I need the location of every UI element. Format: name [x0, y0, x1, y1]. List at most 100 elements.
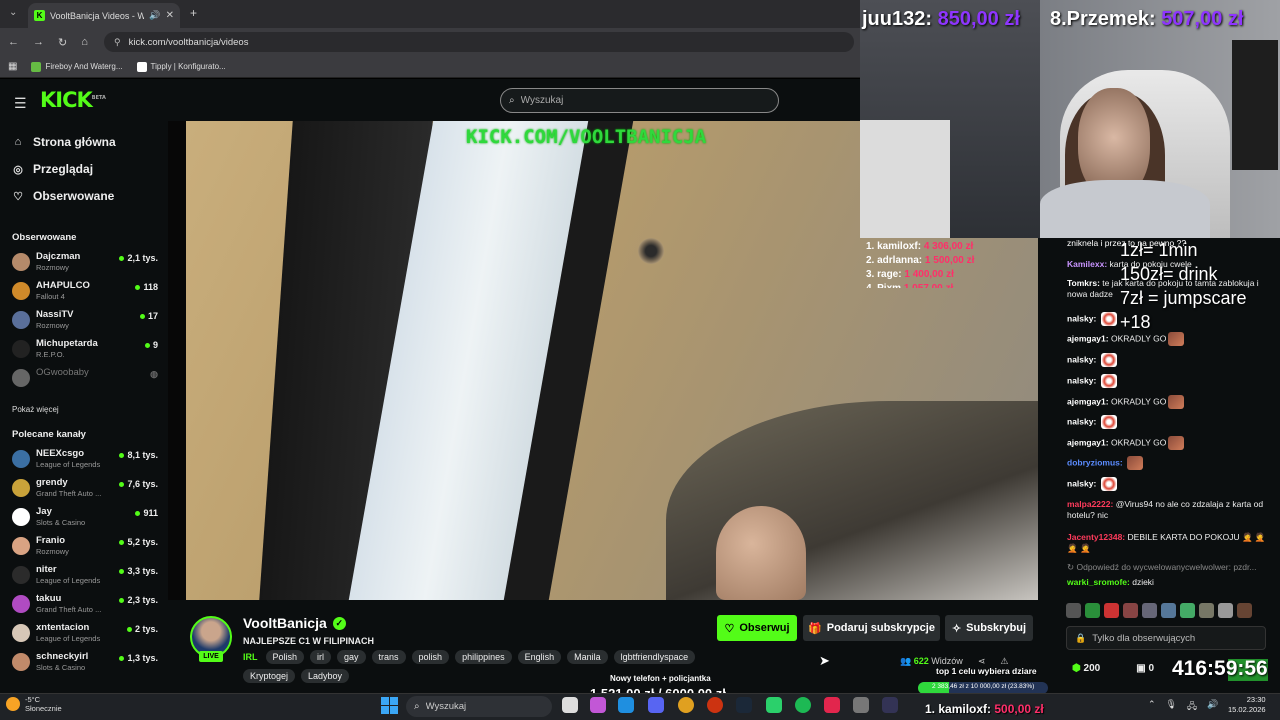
chat-username[interactable]: malpa2222: — [1067, 499, 1113, 509]
edge-icon[interactable] — [618, 697, 634, 713]
chat-username[interactable]: ajemgay1: — [1067, 333, 1109, 343]
stream-tag[interactable]: English — [517, 650, 562, 664]
opera-icon[interactable] — [707, 697, 723, 713]
stream-tag[interactable]: lgbtfriendlyspace — [613, 650, 696, 664]
task-view-icon[interactable] — [562, 697, 578, 713]
sidebar-channel-schneckyirl[interactable]: schneckyirl Slots & Casino 1,3 tys. — [12, 651, 162, 677]
chat-username[interactable]: ajemgay1: — [1067, 396, 1109, 406]
tab-audio-icon[interactable]: 🔊 — [149, 10, 160, 21]
chat-username[interactable]: nalsky: — [1067, 375, 1096, 385]
url-field[interactable]: ⚲ kick.com/vooltbanicja/videos — [104, 32, 854, 52]
stream-tag[interactable]: philippines — [455, 650, 512, 664]
stream-tag[interactable]: irl — [310, 650, 332, 664]
emote-icon[interactable] — [1161, 603, 1176, 618]
mic-icon[interactable]: 🎙 — [1166, 699, 1177, 715]
chat-username[interactable]: ajemgay1: — [1067, 437, 1109, 447]
search-input[interactable] — [520, 95, 761, 106]
new-tab-icon[interactable]: + — [190, 6, 197, 20]
sidebar-channel-michupetarda[interactable]: Michupetarda R.E.P.O. 9 — [12, 338, 162, 364]
follow-button[interactable]: ♡ Obserwuj — [717, 615, 797, 641]
settings-icon[interactable] — [853, 697, 869, 713]
emote-icon[interactable] — [1066, 603, 1081, 618]
channel-name[interactable]: VooltBanicja ✓ — [243, 615, 346, 631]
emote-icon[interactable] — [1085, 603, 1100, 618]
windows-start-icon[interactable] — [381, 697, 398, 714]
stream-category[interactable]: IRL — [243, 652, 258, 662]
taskbar-search-input[interactable] — [425, 701, 536, 712]
stream-tag[interactable]: Manila — [567, 650, 608, 664]
stream-tag[interactable]: Polish — [265, 650, 305, 664]
tiktok-icon[interactable] — [824, 697, 840, 713]
weather-widget[interactable]: -5°C Słonecznie — [6, 695, 62, 713]
sidebar-channel-xntentacion[interactable]: xntentacion League of Legends 2 tys. — [12, 622, 162, 648]
obs-icon[interactable] — [882, 697, 898, 713]
discord-icon[interactable] — [648, 697, 664, 713]
emote-icon[interactable] — [1237, 603, 1252, 618]
tab-close-icon[interactable]: ✕ — [166, 10, 174, 21]
clock-date: 15.02.2026 — [1228, 705, 1266, 714]
emote-icon[interactable] — [1123, 603, 1138, 618]
sidebar-channel-takuu[interactable]: takuu Grand Theft Auto ... 2,3 tys. — [12, 593, 162, 619]
network-icon[interactable]: 🖧 — [1187, 699, 1197, 715]
chat-username[interactable]: nalsky: — [1067, 416, 1096, 426]
sidebar-channel-franio[interactable]: Franio Rozmowy 5,2 tys. — [12, 535, 162, 561]
chat-input[interactable] — [1092, 632, 1253, 644]
browser-tab[interactable]: K VooltBanicja Videos - Watc 🔊 ✕ — [28, 3, 180, 28]
kick-logo[interactable]: KICKBETA — [40, 88, 106, 112]
emote-icon[interactable] — [1142, 603, 1157, 618]
emote-icon[interactable] — [1199, 603, 1214, 618]
chest-points[interactable]: ▣ 0 — [1136, 663, 1154, 674]
tray-chevron-icon[interactable]: ⌃ — [1148, 699, 1156, 715]
reload-icon[interactable]: ↻ — [58, 36, 67, 49]
home-browser-icon[interactable]: ⌂ — [81, 36, 88, 48]
taskbar-clock[interactable]: 23:30 15.02.2026 — [1228, 695, 1266, 715]
stream-tag[interactable]: trans — [371, 650, 406, 664]
show-more-link[interactable]: Pokaż więcej — [12, 405, 59, 414]
chat-username[interactable]: Jacenty12348: — [1067, 532, 1125, 542]
sidebar-channel-ahapulco[interactable]: AHAPULCO Fallout 4 118 — [12, 280, 162, 306]
nav-browse[interactable]: ◎ Przeglądaj — [12, 162, 93, 176]
sidebar-channel-grendy[interactable]: grendy Grand Theft Auto ... 7,6 tys. — [12, 477, 162, 503]
stream-tag[interactable]: Ladyboy — [301, 669, 350, 683]
emote-icon[interactable] — [1104, 603, 1119, 618]
kick-app-icon[interactable] — [766, 697, 782, 713]
sidebar-channel-dajczman[interactable]: Dajczman Rozmowy 2,1 tys. — [12, 251, 162, 277]
emote-icon[interactable] — [1218, 603, 1233, 618]
chat-username[interactable]: nalsky: — [1067, 354, 1096, 364]
apps-grid-icon[interactable]: ▦ — [8, 61, 17, 72]
sidebar-channel-nassitv[interactable]: NassiTV Rozmowy 17 — [12, 309, 162, 335]
nav-following[interactable]: ♡ Obserwowane — [12, 189, 114, 203]
chat-username[interactable]: Tomkrs: — [1067, 278, 1100, 288]
chrome-icon[interactable] — [678, 697, 694, 713]
report-icon[interactable]: ⚠ — [1000, 656, 1008, 666]
gift-subs-button[interactable]: 🎁 Podaruj subskrypcje — [803, 615, 940, 641]
app-icon[interactable] — [590, 697, 606, 713]
chat-username[interactable]: Kamilexx: — [1067, 259, 1107, 269]
sidebar-channel-ogwoobaby[interactable]: OGwoobaby ◍ — [12, 367, 162, 393]
forward-icon[interactable]: → — [33, 36, 44, 48]
nav-home[interactable]: ⌂ Strona główna — [12, 135, 116, 149]
bookmark-tipply[interactable]: Tipply | Konfigurato... — [136, 61, 226, 72]
steam-icon[interactable] — [736, 697, 752, 713]
chat-username[interactable]: warki_sromofe: — [1067, 577, 1130, 587]
volume-icon[interactable]: 🔊 — [1207, 699, 1218, 715]
menu-icon[interactable]: ☰ — [14, 95, 28, 112]
chat-username[interactable]: nalsky: — [1067, 478, 1096, 488]
stream-tag[interactable]: gay — [337, 650, 366, 664]
subscribe-button[interactable]: ✧ Subskrybuj — [945, 615, 1033, 641]
back-icon[interactable]: ← — [8, 36, 19, 48]
spotify-icon[interactable] — [795, 697, 811, 713]
chat-username[interactable]: dobryziomus: — [1067, 457, 1123, 467]
sidebar-channel-niter[interactable]: niter League of Legends 3,3 tys. — [12, 564, 162, 590]
channel-points[interactable]: ⬢ 200 — [1072, 663, 1100, 674]
sidebar-channel-jay[interactable]: Jay Slots & Casino 911 — [12, 506, 162, 532]
sidebar-channel-neexcsgo[interactable]: NEEXcsgo League of Legends 8,1 tys. — [12, 448, 162, 474]
stream-tag[interactable]: Kryptogej — [243, 669, 296, 683]
bookmark-fireboy[interactable]: Fireboy And Waterg... — [31, 61, 123, 72]
site-info-icon[interactable]: ⚲ — [114, 37, 121, 48]
tab-list-chevron-icon[interactable]: ⌄ — [9, 7, 17, 18]
chat-username[interactable]: nalsky: — [1067, 313, 1096, 323]
share-icon[interactable]: ⋖ — [978, 656, 986, 666]
emote-icon[interactable] — [1180, 603, 1195, 618]
stream-tag[interactable]: polish — [411, 650, 450, 664]
